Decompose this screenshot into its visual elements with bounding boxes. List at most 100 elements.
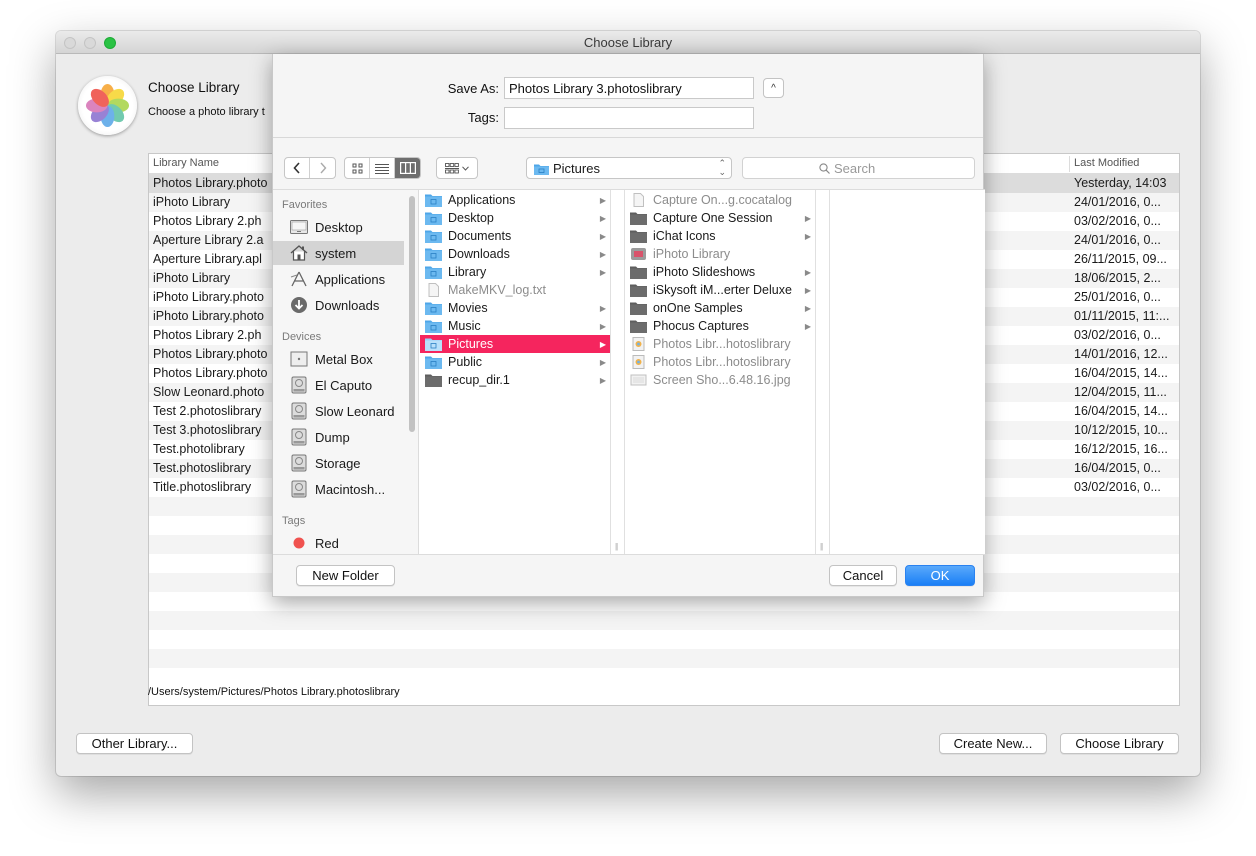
library-name: iPhoto Library bbox=[153, 195, 231, 209]
chevron-left-icon bbox=[293, 162, 300, 174]
library-last-modified: 03/02/2016, 0... bbox=[1074, 214, 1161, 228]
drive-icon bbox=[289, 376, 309, 394]
new-folder-button[interactable]: New Folder bbox=[296, 565, 395, 586]
sidebar-item-el-caputo[interactable]: El Caputo bbox=[273, 373, 404, 397]
folder-item[interactable]: Phocus Captures ▶ bbox=[625, 317, 815, 335]
folder-item[interactable]: Library ▶ bbox=[420, 263, 610, 281]
folder-item[interactable]: Documents ▶ bbox=[420, 227, 610, 245]
sidebar-item-storage[interactable]: Storage bbox=[273, 451, 404, 475]
column-header-library-name[interactable]: Library Name bbox=[153, 157, 219, 169]
folder-item[interactable]: onOne Samples ▶ bbox=[625, 299, 815, 317]
folder-item[interactable]: iChat Icons ▶ bbox=[625, 227, 815, 245]
empty-row bbox=[149, 630, 1179, 649]
arrange-button-inner[interactable] bbox=[437, 158, 477, 178]
column-resize-handle[interactable]: || bbox=[611, 190, 625, 554]
library-last-modified: 16/12/2015, 16... bbox=[1074, 442, 1168, 456]
sidebar-item-metal-box[interactable]: Metal Box bbox=[273, 347, 404, 371]
column-resize-handle[interactable]: || bbox=[816, 190, 830, 554]
location-popup-value: Pictures bbox=[553, 161, 600, 176]
sidebar-scrollbar[interactable] bbox=[409, 196, 415, 432]
folder-item[interactable]: Pictures ▶ bbox=[420, 335, 610, 353]
save-as-input[interactable] bbox=[504, 77, 754, 99]
folder-item[interactable]: iSkysoft iM...erter Deluxe ▶ bbox=[625, 281, 815, 299]
disclosure-arrow-icon: ▶ bbox=[599, 231, 606, 241]
history-navigation bbox=[284, 157, 336, 179]
file-item[interactable]: Capture On...g.cocatalog bbox=[625, 191, 815, 209]
header-title: Choose Library bbox=[148, 80, 240, 95]
file-item[interactable]: MakeMKV_log.txt bbox=[420, 281, 610, 299]
title-bar: Choose Library bbox=[56, 31, 1200, 54]
item-name: Applications bbox=[448, 193, 516, 207]
collapse-sheet-button[interactable]: ^ bbox=[763, 78, 784, 98]
folder-item[interactable]: Desktop ▶ bbox=[420, 209, 610, 227]
folder-item[interactable]: Public ▶ bbox=[420, 353, 610, 371]
item-name: recup_dir.1 bbox=[448, 373, 510, 387]
arrange-menu-button[interactable] bbox=[436, 157, 478, 179]
sidebar-item-applications[interactable]: Applications bbox=[273, 267, 404, 291]
file-item[interactable]: Photos Libr...hotoslibrary bbox=[625, 335, 815, 353]
other-library-button[interactable]: Other Library... bbox=[76, 733, 193, 754]
folder-item[interactable]: Movies ▶ bbox=[420, 299, 610, 317]
library-name: Test.photoslibrary bbox=[153, 461, 251, 475]
sidebar-item-macintosh[interactable]: Macintosh... bbox=[273, 477, 404, 501]
sidebar-item-downloads[interactable]: Downloads bbox=[273, 293, 404, 317]
browser-column-home: Applications ▶ Desktop ▶ Documents ▶ Downloads… bbox=[420, 190, 611, 554]
create-new-button[interactable]: Create New... bbox=[939, 733, 1047, 754]
sidebar-item-label: Storage bbox=[315, 455, 361, 471]
library-last-modified: Yesterday, 14:03 bbox=[1074, 176, 1167, 190]
library-last-modified: 18/06/2015, 2... bbox=[1074, 271, 1161, 285]
disclosure-arrow-icon: ▶ bbox=[804, 213, 811, 223]
folder-item[interactable]: Downloads ▶ bbox=[420, 245, 610, 263]
sidebar-item-label: Dump bbox=[315, 429, 350, 445]
columns-icon bbox=[399, 162, 416, 174]
column-view-button[interactable] bbox=[395, 158, 420, 178]
empty-row bbox=[149, 611, 1179, 630]
computer-icon bbox=[289, 350, 309, 368]
column-header-last-modified[interactable]: Last Modified bbox=[1074, 157, 1139, 169]
item-name: Screen Sho...6.48.16.jpg bbox=[653, 373, 791, 387]
file-item[interactable]: Screen Sho...6.48.16.jpg bbox=[625, 371, 815, 389]
sidebar-item-label: Slow Leonard bbox=[315, 403, 395, 419]
folder-item[interactable]: Capture One Session ▶ bbox=[625, 209, 815, 227]
library-last-modified: 24/01/2016, 0... bbox=[1074, 195, 1161, 209]
disclosure-arrow-icon: ▶ bbox=[599, 321, 606, 331]
sidebar-item-desktop[interactable]: Desktop bbox=[273, 215, 404, 239]
sidebar-item-dump[interactable]: Dump bbox=[273, 425, 404, 449]
sidebar-item-red[interactable]: Red bbox=[273, 531, 404, 554]
sidebar-item-system[interactable]: system bbox=[273, 241, 404, 265]
library-name: Photos Library.photo bbox=[153, 366, 268, 380]
choose-library-button[interactable]: Choose Library bbox=[1060, 733, 1179, 754]
folder-icon bbox=[425, 229, 442, 243]
drive-icon bbox=[289, 480, 309, 498]
disclosure-arrow-icon: ▶ bbox=[599, 195, 606, 205]
sidebar-item-slow-leonard[interactable]: Slow Leonard bbox=[273, 399, 404, 423]
file-item[interactable]: iPhoto Library bbox=[625, 245, 815, 263]
sidebar-item-label: Desktop bbox=[315, 219, 363, 235]
header-subtitle: Choose a photo library t bbox=[148, 106, 265, 118]
tags-label: Tags: bbox=[467, 110, 499, 125]
library-name: Title.photoslibrary bbox=[153, 480, 252, 494]
search-icon bbox=[819, 163, 830, 174]
folder-item[interactable]: recup_dir.1 ▶ bbox=[420, 371, 610, 389]
forward-button[interactable] bbox=[310, 158, 335, 178]
folder-item[interactable]: Music ▶ bbox=[420, 317, 610, 335]
search-field[interactable]: Search bbox=[742, 157, 975, 179]
library-last-modified: 03/02/2016, 0... bbox=[1074, 328, 1161, 342]
ok-button[interactable]: OK bbox=[905, 565, 975, 586]
browser-column-pictures: Capture On...g.cocatalog Capture One Sess… bbox=[625, 190, 816, 554]
folder-item[interactable]: iPhoto Slideshows ▶ bbox=[625, 263, 815, 281]
tags-input[interactable] bbox=[504, 107, 754, 129]
updown-chevron-icon: ⌃ ⌄ bbox=[718, 158, 726, 177]
icon-view-button[interactable] bbox=[345, 158, 370, 178]
disclosure-arrow-icon: ▶ bbox=[804, 231, 811, 241]
item-name: Library bbox=[448, 265, 487, 279]
list-view-button[interactable] bbox=[370, 158, 395, 178]
location-popup[interactable]: Pictures ⌃ ⌄ bbox=[526, 157, 732, 179]
folder-item[interactable]: Applications ▶ bbox=[420, 191, 610, 209]
file-item[interactable]: Photos Libr...hotoslibrary bbox=[625, 353, 815, 371]
folder-icon bbox=[425, 337, 442, 351]
disclosure-arrow-icon: ▶ bbox=[599, 339, 606, 349]
folder-icon bbox=[630, 229, 647, 243]
cancel-button[interactable]: Cancel bbox=[829, 565, 897, 586]
back-button[interactable] bbox=[285, 158, 310, 178]
